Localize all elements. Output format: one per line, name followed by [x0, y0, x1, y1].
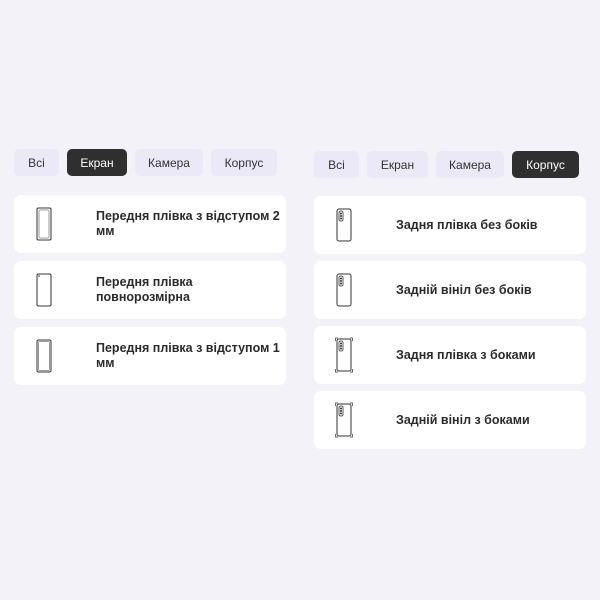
category-tabs: Всі Екран Камера Корпус [314, 151, 586, 178]
tab-body[interactable]: Корпус [211, 149, 277, 176]
list-item-back-vinyl-no-sides[interactable]: Задній вініл без боків [314, 261, 586, 319]
list-item-back-film-with-sides[interactable]: Задня плівка з боками [314, 326, 586, 384]
product-list: Задня плівка без боків Задній вініл без … [314, 196, 586, 449]
phone-back-vinyl-sides-icon [334, 401, 354, 439]
tab-all[interactable]: Всі [314, 151, 359, 178]
product-list: Передня плівка з відступом 2 мм Передня … [14, 195, 286, 385]
phone-front-fullsize-film-icon [34, 271, 54, 309]
item-label: Задній вініл без боків [396, 282, 532, 297]
list-item-back-film-no-sides[interactable]: Задня плівка без боків [314, 196, 586, 254]
body-filter-panel: Всі Екран Камера Корпус Задня плівка без… [314, 151, 586, 449]
item-label: Задній вініл з боками [396, 412, 530, 427]
phone-back-film-icon [334, 206, 354, 244]
tab-body[interactable]: Корпус [512, 151, 579, 178]
item-label: Передня плівка з відступом 1 мм [96, 341, 280, 370]
phone-front-screen-film-icon [34, 205, 54, 243]
list-item-front-film-2mm[interactable]: Передня плівка з відступом 2 мм [14, 195, 286, 253]
list-item-front-film-1mm[interactable]: Передня плівка з відступом 1 мм [14, 327, 286, 385]
tab-screen[interactable]: Екран [367, 151, 428, 178]
list-item-back-vinyl-with-sides[interactable]: Задній вініл з боками [314, 391, 586, 449]
category-tabs: Всі Екран Камера Корпус [14, 149, 286, 176]
tab-screen[interactable]: Екран [67, 149, 127, 176]
phone-back-film-sides-icon [334, 336, 354, 374]
screen-filter-panel: Всі Екран Камера Корпус Передня плівка з… [14, 149, 286, 385]
item-label: Передня плівка повнорозмірна [96, 275, 193, 304]
item-label: Задня плівка з боками [396, 347, 536, 362]
item-label: Задня плівка без боків [396, 217, 538, 232]
tab-all[interactable]: Всі [14, 149, 59, 176]
list-item-front-film-fullsize[interactable]: Передня плівка повнорозмірна [14, 261, 286, 319]
tab-camera[interactable]: Камера [135, 149, 203, 176]
phone-front-screen-film-icon [34, 337, 54, 375]
item-label: Передня плівка з відступом 2 мм [96, 209, 280, 238]
phone-back-vinyl-icon [334, 271, 354, 309]
tab-camera[interactable]: Камера [436, 151, 504, 178]
